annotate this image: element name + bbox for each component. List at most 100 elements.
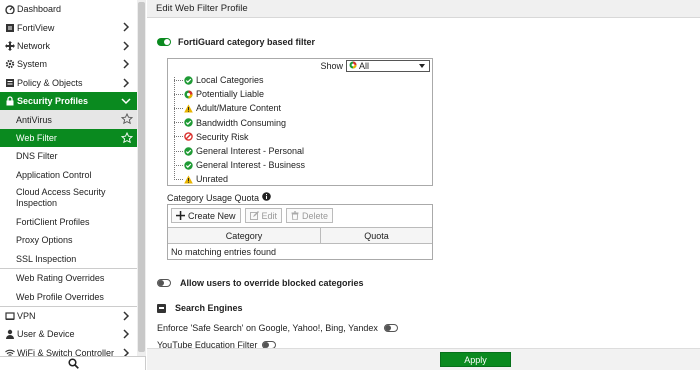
sidebar-item-cloud-access-security-inspection[interactable]: Cloud Access Security Inspection	[0, 184, 137, 213]
quota-title: Category Usage Quota	[167, 192, 271, 203]
sidebar-item-antivirus[interactable]: AntiVirus	[0, 110, 137, 129]
sidebar-item-label: User & Device	[17, 329, 75, 340]
collapse-icon[interactable]	[157, 303, 166, 313]
safe-search-label: Enforce 'Safe Search' on Google, Yahoo!,…	[157, 323, 378, 333]
empty-message: No matching entries found	[171, 246, 277, 257]
nav-list: Dashboard FortiView Network System Polic…	[0, 0, 137, 356]
category-item[interactable]: Security Risk	[174, 130, 305, 144]
column-header-category[interactable]: Category	[168, 228, 321, 243]
category-label: Local Categories	[196, 75, 264, 86]
scrollbar-thumb[interactable]	[138, 2, 145, 352]
category-item[interactable]: Unrated	[174, 172, 305, 186]
sidebar-search-button[interactable]	[0, 356, 146, 370]
sidebar-item-web-rating-overrides[interactable]: Web Rating Overrides	[0, 269, 137, 287]
wifi-icon	[4, 347, 15, 356]
info-icon[interactable]	[262, 192, 271, 203]
star-icon[interactable]	[121, 131, 133, 144]
category-item[interactable]: Local Categories	[174, 73, 305, 87]
safe-search-row: Enforce 'Safe Search' on Google, Yahoo!,…	[157, 323, 398, 333]
search-icon	[67, 358, 79, 369]
caret-down-icon	[419, 64, 425, 68]
category-list: Show All Local Categories Potentially Li…	[167, 58, 433, 186]
policy-icon	[4, 77, 15, 88]
sidebar-item-label: Network	[17, 40, 51, 51]
quota-table-panel: Create New Edit Delete Category Quota No…	[167, 204, 433, 260]
allow-icon	[184, 146, 193, 156]
override-toggle[interactable]	[157, 279, 171, 287]
trash-icon	[291, 211, 299, 220]
sidebar-item-user-device[interactable]: User & Device	[0, 325, 137, 343]
sidebar-item-dashboard[interactable]: Dashboard	[0, 0, 137, 18]
sidebar-item-system[interactable]: System	[0, 55, 137, 73]
sidebar-item-web-filter[interactable]: Web Filter	[0, 128, 137, 148]
sidebar-item-label: Policy & Objects	[17, 77, 83, 88]
sidebar-item-dns-filter[interactable]: DNS Filter	[0, 147, 137, 165]
table-header: Category Quota	[168, 227, 432, 244]
edit-label: Edit	[261, 210, 278, 221]
sidebar-item-web-profile-overrides[interactable]: Web Profile Overrides	[0, 287, 137, 305]
sidebar-item-label: SSL Inspection	[16, 253, 77, 264]
show-filter: Show All	[320, 60, 430, 72]
category-item[interactable]: Bandwidth Consuming	[174, 116, 305, 130]
sidebar-item-fortiview[interactable]: FortiView	[0, 18, 137, 36]
star-icon[interactable]	[121, 113, 133, 125]
quota-toolbar: Create New Edit Delete	[171, 208, 337, 223]
vpn-icon	[4, 311, 15, 322]
category-item[interactable]: Adult/Mature Content	[174, 101, 305, 115]
fortiguard-filter-toggle[interactable]	[157, 38, 171, 46]
chevron-right-icon	[123, 59, 130, 69]
plus-icon	[176, 211, 185, 220]
sidebar-item-vpn[interactable]: VPN	[0, 307, 137, 325]
category-label: Adult/Mature Content	[196, 103, 282, 114]
sidebar-item-label: Web Profile Overrides	[16, 291, 104, 302]
show-select[interactable]: All	[346, 60, 430, 72]
sidebar-item-proxy-options[interactable]: Proxy Options	[0, 231, 137, 249]
sidebar-item-label: WiFi & Switch Controller	[17, 347, 115, 356]
sidebar-scrollbar[interactable]	[137, 0, 146, 356]
sidebar-item-wifi-switch-controller[interactable]: WiFi & Switch Controller	[0, 344, 137, 356]
override-label: Allow users to override blocked categori…	[180, 278, 364, 288]
sidebar-item-policy-objects[interactable]: Policy & Objects	[0, 74, 137, 92]
block-icon	[184, 132, 193, 142]
sidebar-item-label: Proxy Options	[16, 235, 73, 246]
sidebar-item-security-profiles[interactable]: Security Profiles	[0, 91, 137, 111]
column-header-quota[interactable]: Quota	[321, 228, 432, 243]
create-new-label: Create New	[188, 210, 236, 221]
override-row: Allow users to override blocked categori…	[157, 278, 364, 288]
footer: Apply	[147, 348, 700, 370]
category-item[interactable]: General Interest - Personal	[174, 144, 305, 158]
chevron-right-icon	[123, 311, 130, 321]
youtube-filter-toggle[interactable]	[262, 341, 277, 348]
sidebar-item-label: AntiVirus	[16, 114, 52, 125]
create-new-button[interactable]: Create New	[171, 208, 241, 223]
sidebar-item-label: System	[17, 59, 48, 70]
user-icon	[4, 329, 15, 340]
gear-icon	[4, 59, 15, 70]
mixed-status-icon	[349, 61, 357, 71]
sidebar-item-network[interactable]: Network	[0, 37, 137, 55]
edit-icon	[249, 211, 259, 220]
allow-icon	[184, 118, 193, 127]
dashboard-icon	[4, 4, 15, 15]
sidebar: Dashboard FortiView Network System Polic…	[0, 0, 146, 370]
category-item[interactable]: General Interest - Business	[174, 158, 305, 172]
edit-button[interactable]: Edit	[244, 208, 283, 223]
search-engines-section[interactable]: Search Engines	[157, 303, 243, 313]
category-item[interactable]: Potentially Liable	[174, 87, 305, 101]
sidebar-item-ssl-inspection[interactable]: SSL Inspection	[0, 250, 137, 268]
apply-button[interactable]: Apply	[440, 352, 511, 367]
quota-table: Category Quota No matching entries found	[168, 227, 432, 259]
main-content: FortiGuard category based filter Show Al…	[147, 18, 700, 348]
chevron-right-icon	[123, 41, 130, 51]
sidebar-item-label: VPN	[17, 311, 36, 322]
search-engines-label: Search Engines	[175, 303, 243, 313]
delete-button[interactable]: Delete	[286, 208, 334, 223]
chevron-right-icon	[123, 78, 130, 88]
sidebar-item-application-control[interactable]: Application Control	[0, 166, 137, 184]
sidebar-item-forticlient-profiles[interactable]: FortiClient Profiles	[0, 213, 137, 231]
category-label: Bandwidth Consuming	[196, 117, 287, 128]
youtube-filter-label: YouTube Education Filter	[157, 340, 258, 348]
mixed-status-icon	[184, 90, 193, 99]
safe-search-toggle[interactable]	[383, 324, 398, 332]
show-select-value: All	[359, 61, 370, 71]
